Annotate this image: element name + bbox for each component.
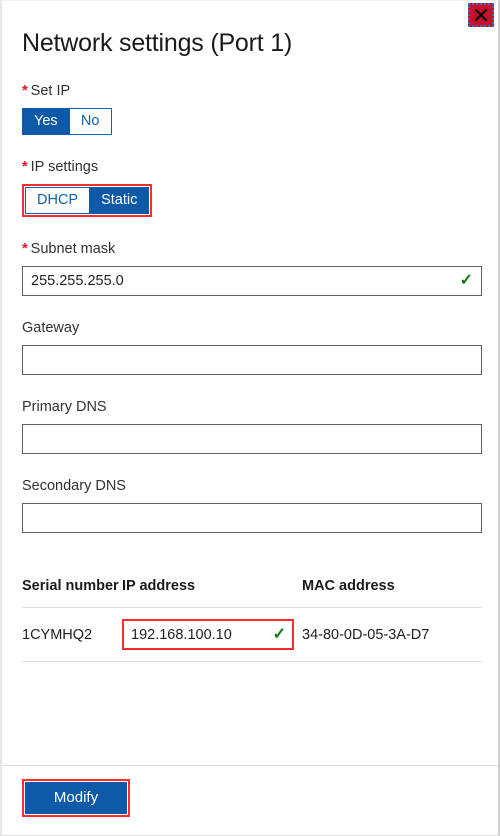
primary-dns-input-wrapper[interactable] xyxy=(22,424,482,454)
subnet-mask-label: * Subnet mask xyxy=(22,239,478,259)
cell-mac-address: 34-80-0D-05-3A-D7 xyxy=(302,607,482,662)
required-asterisk: * xyxy=(22,241,28,257)
checkmark-icon: ✓ xyxy=(459,272,473,289)
ip-address-highlight-box[interactable]: 192.168.100.10 ✓ xyxy=(122,619,294,650)
column-header-mac-address: MAC address xyxy=(302,577,482,608)
secondary-dns-input[interactable] xyxy=(23,505,481,531)
ip-settings-option-static[interactable]: Static xyxy=(90,187,150,214)
set-ip-label-text: Set IP xyxy=(30,83,71,99)
column-header-serial-number: Serial number xyxy=(22,577,122,608)
modify-highlight-box: Modify xyxy=(22,779,130,817)
network-settings-panel: Network settings (Port 1) * Set IP Yes No… xyxy=(0,0,500,836)
gateway-input[interactable] xyxy=(23,347,481,373)
secondary-dns-label: Secondary DNS xyxy=(22,478,126,494)
field-set-ip: * Set IP Yes No xyxy=(22,81,478,135)
required-asterisk: * xyxy=(22,83,28,99)
checkmark-icon: ✓ xyxy=(272,625,286,643)
ip-settings-option-dhcp[interactable]: DHCP xyxy=(25,187,91,214)
table-row: 1CYMHQ2 192.168.100.10 ✓ 34-80-0D-05-3A-… xyxy=(22,607,482,662)
close-icon[interactable] xyxy=(468,3,494,27)
set-ip-option-no[interactable]: No xyxy=(69,108,112,135)
ip-settings-label-text: IP settings xyxy=(30,159,99,175)
page-title: Network settings (Port 1) xyxy=(22,29,293,57)
device-table-head: Serial number IP address MAC address xyxy=(22,577,482,608)
ip-settings-highlight-box: DHCP Static xyxy=(22,184,153,217)
field-ip-settings: * IP settings DHCP Static xyxy=(22,157,478,217)
primary-dns-input[interactable] xyxy=(23,426,481,452)
subnet-mask-input[interactable] xyxy=(23,268,460,294)
set-ip-toggle[interactable]: Yes No xyxy=(22,108,112,135)
column-header-ip-address: IP address xyxy=(122,577,302,608)
secondary-dns-input-wrapper[interactable] xyxy=(22,503,482,533)
field-gateway: Gateway xyxy=(22,318,482,375)
cell-ip-address: 192.168.100.10 ✓ xyxy=(122,607,302,662)
field-secondary-dns: Secondary DNS xyxy=(22,476,482,533)
subnet-mask-input-wrapper[interactable]: ✓ xyxy=(22,266,482,296)
settings-form: Network settings (Port 1) * Set IP Yes No… xyxy=(2,1,498,765)
table-header-row: Serial number IP address MAC address xyxy=(22,577,482,608)
modify-button[interactable]: Modify xyxy=(25,782,127,814)
field-subnet-mask: *Subnet mask ✓ xyxy=(22,239,482,296)
ip-settings-label: * IP settings xyxy=(22,157,478,177)
device-table-body: 1CYMHQ2 192.168.100.10 ✓ 34-80-0D-05-3A-… xyxy=(22,607,482,662)
set-ip-option-yes[interactable]: Yes xyxy=(22,108,70,135)
cell-serial-number: 1CYMHQ2 xyxy=(22,607,122,662)
ip-settings-toggle[interactable]: DHCP Static xyxy=(25,187,150,214)
device-table: Serial number IP address MAC address 1CY… xyxy=(22,577,482,662)
required-asterisk: * xyxy=(22,159,28,175)
gateway-label: Gateway xyxy=(22,320,80,336)
field-primary-dns: Primary DNS xyxy=(22,397,482,454)
set-ip-label: * Set IP xyxy=(22,81,478,101)
close-glyph xyxy=(474,8,488,22)
primary-dns-label: Primary DNS xyxy=(22,399,107,415)
ip-address-value: 192.168.100.10 xyxy=(131,626,232,643)
panel-footer: Modify xyxy=(2,765,498,835)
gateway-input-wrapper[interactable] xyxy=(22,345,482,375)
subnet-mask-label-text: Subnet mask xyxy=(30,241,116,257)
